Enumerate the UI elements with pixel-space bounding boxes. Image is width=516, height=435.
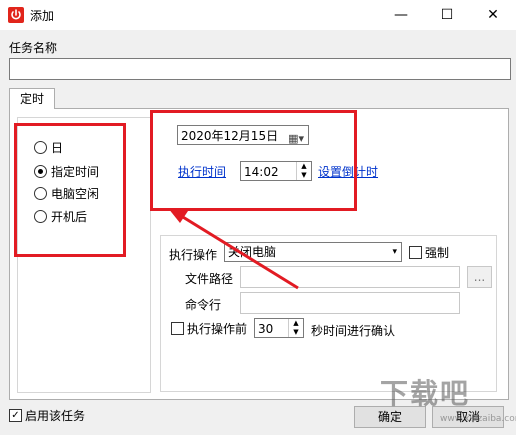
red-arrow-icon <box>168 208 299 290</box>
checkbox-indicator: ✓ <box>9 408 22 422</box>
watermark-logo: 下载吧 <box>380 377 471 410</box>
watermark-url: www.xiazaiba.com <box>440 414 516 424</box>
add-task-dialog: 添加 — ☐ ✕ 任务名称 定时 日 指定时间 电脑空闲 开机后 2020年12… <box>0 0 516 435</box>
enable-task-label: 启用该任务 <box>25 408 86 423</box>
enable-task-checkbox[interactable]: ✓ 启用该任务 <box>9 407 85 423</box>
tab-schedule[interactable]: 定时 <box>9 88 55 109</box>
